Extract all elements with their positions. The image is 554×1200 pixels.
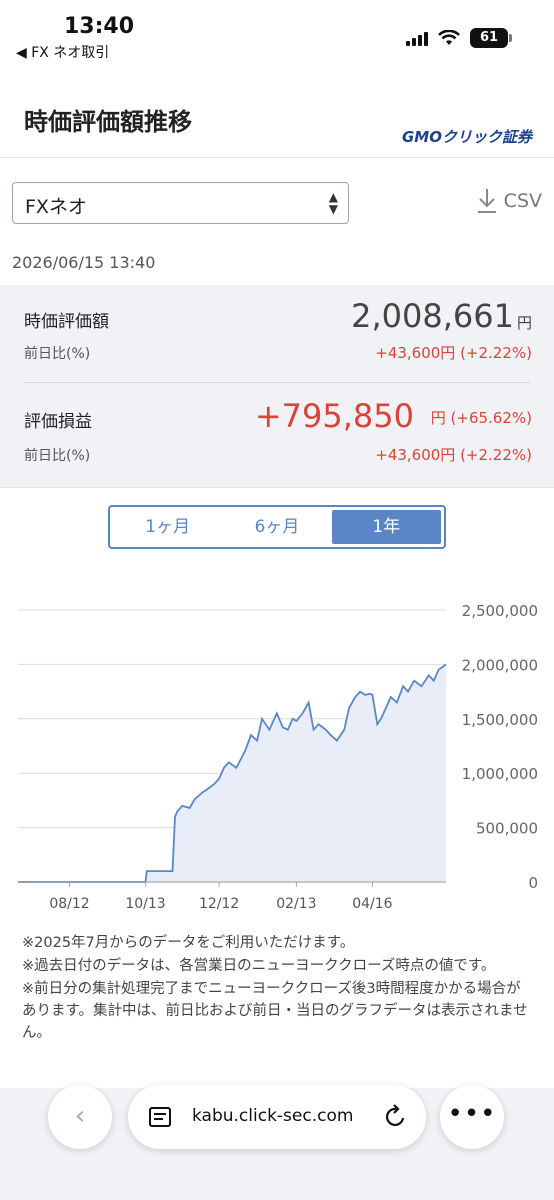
chart-svg: 2,500,000 2,000,000 1,500,000 1,000,000 500,…: [18, 602, 538, 912]
note-processing: ※前日分の集計処理完了までニューヨーククローズ後3時間程度かかる場合があります。…: [22, 981, 528, 1041]
valuation-summary: 時価評価額 2,008,661 円 前日比(%) +43,600円 (+2.22…: [0, 285, 554, 488]
select-arrows-icon: ▲ ▼: [328, 190, 338, 216]
page-menu-icon[interactable]: [148, 1106, 172, 1128]
reload-icon[interactable]: [384, 1104, 408, 1130]
product-select-value: FXネオ: [25, 196, 87, 218]
tab-1-month[interactable]: 1ヶ月: [113, 510, 222, 544]
browser-back-button[interactable]: ‹: [48, 1085, 112, 1149]
pnl-label: 評価損益: [24, 412, 92, 432]
cellular-signal-icon: [406, 30, 428, 46]
battery-icon: 61: [470, 28, 512, 48]
more-options-button[interactable]: •••: [440, 1085, 504, 1149]
valuation-change: +43,600円 (+2.22%): [375, 344, 532, 362]
data-timestamp: 2026/06/15 13:40: [12, 253, 156, 272]
x-tick-label: 04/16: [352, 896, 392, 912]
product-select[interactable]: FXネオ ▲ ▼: [12, 182, 349, 224]
status-time: 13:40: [64, 14, 135, 39]
note-past-data: ※過去日付のデータは、各営業日のニューヨーククローズ時点の値です。: [22, 958, 496, 974]
pnl-change: +43,600円 (+2.22%): [375, 446, 532, 464]
download-icon: [476, 188, 498, 214]
x-tick-label: 12/12: [199, 896, 239, 912]
wifi-icon: [438, 30, 460, 45]
valuation-chart: 2,500,000 2,000,000 1,500,000 1,000,000 500,…: [0, 590, 554, 920]
valuation-unit: 円: [516, 314, 532, 332]
status-bar: 13:40 ◀ FX ネオ取引 61: [0, 0, 554, 70]
page-title: 時価評価額推移: [24, 108, 192, 136]
address-bar[interactable]: kabu.click-sec.com: [128, 1085, 426, 1149]
valuation-change-label: 前日比(%): [24, 346, 91, 362]
y-tick-label: 2,500,000: [462, 602, 538, 620]
valuation-value: 2,008,661: [351, 297, 514, 335]
y-tick-label: 1,500,000: [462, 711, 538, 729]
y-tick-label: 500,000: [476, 820, 538, 838]
pnl-change-label: 前日比(%): [24, 448, 91, 464]
valuation-label: 時価評価額: [24, 312, 109, 332]
tab-6-months[interactable]: 6ヶ月: [222, 510, 331, 544]
y-tick-label: 1,000,000: [462, 765, 538, 783]
status-icons: 61: [406, 28, 512, 48]
url-text: kabu.click-sec.com: [192, 1106, 354, 1126]
pnl-value: +795,850: [254, 397, 414, 435]
page-header: 時価評価額推移 GMOクリック証券: [0, 70, 554, 158]
y-tick-label: 0: [528, 874, 538, 892]
x-tick-label: 02/13: [276, 896, 316, 912]
y-tick-label: 2,000,000: [462, 656, 538, 674]
back-to-app-link[interactable]: ◀ FX ネオ取引: [16, 42, 109, 62]
x-tick-label: 10/13: [125, 896, 165, 912]
pnl-unit-percent: 円 (+65.62%): [430, 409, 532, 427]
period-segmented-control: 1ヶ月 6ヶ月 1年: [108, 505, 446, 549]
csv-label: CSV: [503, 190, 542, 212]
brand-logo: GMOクリック証券: [402, 128, 532, 146]
note-data-availability: ※2025年7月からのデータをご利用いただけます。: [22, 935, 355, 951]
x-tick-label: 08/12: [49, 896, 89, 912]
notes-section: ※2025年7月からのデータをご利用いただけます。 ※過去日付のデータは、各営業…: [22, 932, 532, 1045]
summary-divider: [24, 382, 530, 383]
csv-download-button[interactable]: CSV: [476, 188, 542, 214]
tab-1-year[interactable]: 1年: [331, 510, 441, 544]
